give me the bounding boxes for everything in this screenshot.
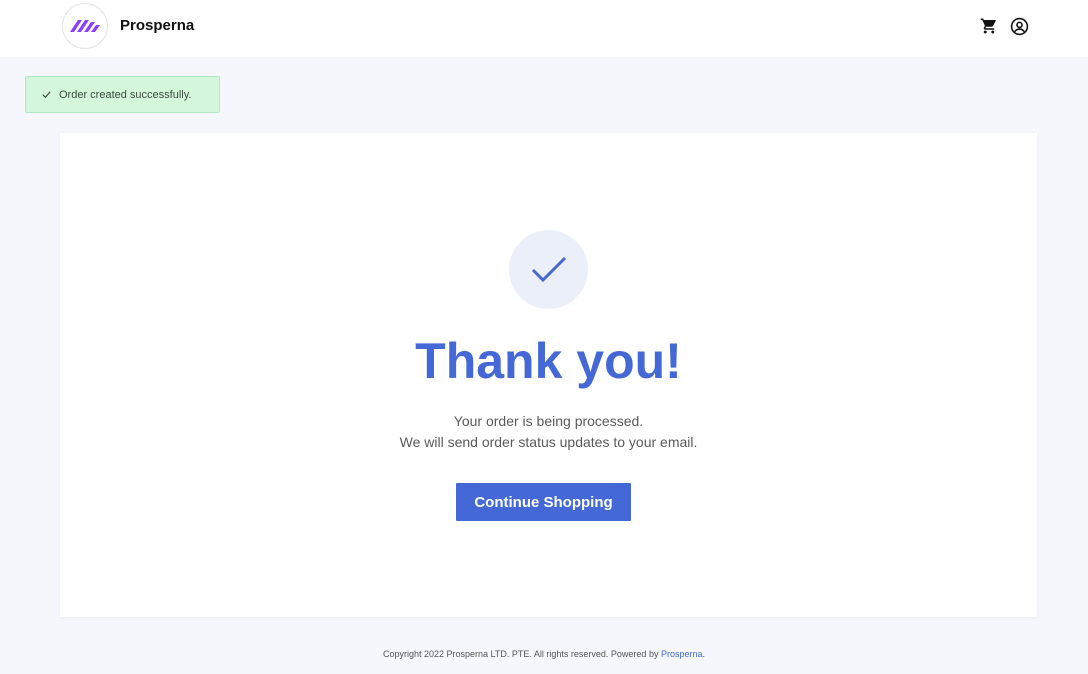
continue-shopping-button[interactable]: Continue Shopping xyxy=(456,483,631,521)
account-icon[interactable] xyxy=(1009,16,1029,36)
top-header: Prosperna xyxy=(0,0,1088,57)
copyright-text: Copyright 2022 Prosperna LTD. PTE. All r… xyxy=(382,649,661,659)
cart-icon[interactable] xyxy=(979,16,999,36)
brand-name[interactable]: Prosperna xyxy=(120,17,194,35)
footer-prosperna-link[interactable]: Prosperna xyxy=(661,649,703,659)
thank-you-title: Thank you! xyxy=(415,333,682,389)
success-toast: Order created successfully. xyxy=(25,76,220,113)
brand-logo[interactable] xyxy=(62,3,108,49)
footer-suffix: . xyxy=(702,649,705,659)
toast-message: Order created successfully. xyxy=(59,88,192,101)
check-icon xyxy=(41,89,53,101)
prosperna-logo-icon xyxy=(70,20,100,32)
order-confirmation-card: Thank you! Your order is being processed… xyxy=(60,133,1037,617)
processing-message: Your order is being processed. xyxy=(453,413,644,429)
email-updates-message: We will send order status updates to you… xyxy=(399,434,698,450)
success-check-icon xyxy=(509,230,588,309)
footer: Copyright 2022 Prosperna LTD. PTE. All r… xyxy=(0,648,1088,660)
